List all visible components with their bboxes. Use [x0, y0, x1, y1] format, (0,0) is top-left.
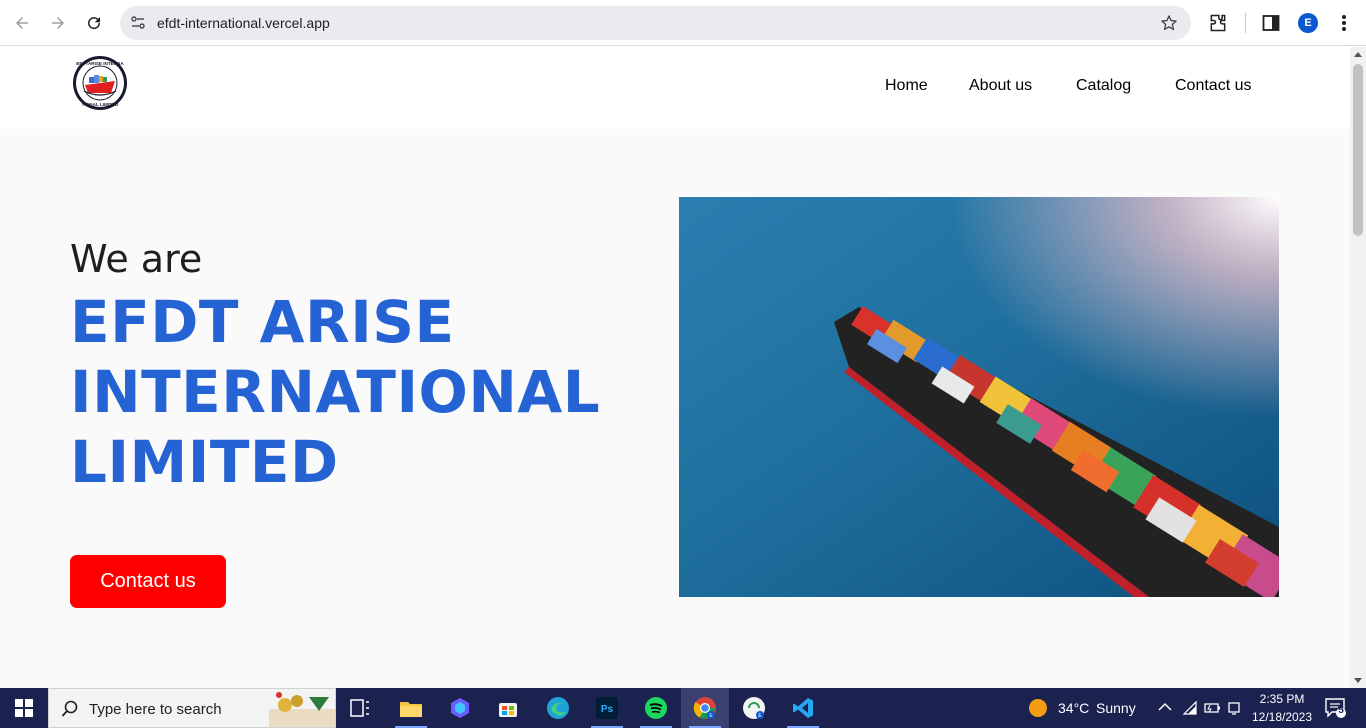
toolbar-separator [1245, 13, 1246, 33]
windows-logo-icon [15, 699, 33, 717]
clock-time: 2:35 PM [1259, 692, 1305, 706]
page-scrollbar[interactable] [1350, 47, 1366, 688]
taskbar-microsoft-store[interactable] [484, 688, 532, 728]
weather-temperature[interactable]: 34°C [1058, 700, 1089, 716]
edge-icon [547, 697, 569, 719]
forward-arrow-icon [52, 17, 64, 29]
scroll-thumb[interactable] [1353, 64, 1363, 236]
system-clock[interactable]: 2:35 PM 12/18/2023 [1248, 690, 1316, 726]
chrome-profile-icon: E [743, 697, 765, 719]
profile-avatar[interactable]: E [1298, 13, 1318, 33]
side-panel-icon[interactable] [1260, 12, 1282, 34]
search-icon [61, 700, 78, 717]
clock-date: 12/18/2023 [1251, 710, 1313, 724]
taskbar-spotify[interactable] [632, 688, 680, 728]
search-placeholder: Type here to search [89, 701, 222, 718]
weather-condition[interactable]: Sunny [1096, 700, 1136, 716]
company-logo[interactable]: EFDTARISE INTERNA TIONAL LIMITED [72, 55, 128, 111]
nav-contact-us[interactable]: Contact us [1175, 77, 1251, 95]
taskbar-vscode[interactable] [779, 688, 827, 728]
back-button[interactable] [8, 9, 36, 37]
contact-us-button[interactable]: Contact us [70, 555, 226, 608]
folder-icon [400, 702, 422, 717]
taskbar-search-box[interactable]: Type here to search [48, 688, 336, 728]
cargo-ship-image [679, 197, 1279, 597]
volume-icon[interactable] [1228, 701, 1244, 715]
reload-icon [88, 17, 101, 30]
taskbar-chrome[interactable]: E [681, 688, 729, 728]
address-bar[interactable]: efdt-international.vercel.app [120, 6, 1191, 40]
scroll-up-arrow-icon[interactable] [1354, 52, 1362, 57]
task-view-button[interactable] [336, 688, 384, 728]
page-viewport: EFDTARISE INTERNA TIONAL LIMITED Home Ab… [0, 47, 1350, 688]
chrome-icon: E [693, 697, 716, 719]
hero-title: EFDT ARISE INTERNATIONAL LIMITED [70, 288, 601, 496]
site-header: EFDTARISE INTERNA TIONAL LIMITED Home Ab… [0, 47, 1350, 129]
scroll-down-arrow-icon[interactable] [1354, 678, 1362, 683]
svg-text:Ps: Ps [601, 704, 614, 715]
bookmark-star-icon[interactable] [1159, 13, 1179, 33]
task-view-icon [350, 699, 369, 717]
vscode-icon [793, 698, 813, 718]
store-bag-icon [499, 703, 517, 717]
start-button[interactable] [0, 688, 48, 728]
notification-count-badge: 5 [1338, 705, 1344, 716]
show-hidden-icons-chevron-icon[interactable] [1158, 702, 1172, 712]
taskbar-copilot[interactable] [436, 688, 484, 728]
site-info-icon[interactable] [128, 13, 148, 33]
reload-button[interactable] [80, 9, 108, 37]
nav-about-us[interactable]: About us [969, 77, 1032, 95]
weather-sun-icon [1029, 699, 1047, 717]
windows-taskbar: Type here to search Ps E E 34°C Sunny 2:… [0, 688, 1366, 728]
copilot-icon [451, 698, 469, 718]
taskbar-photoshop[interactable]: Ps [583, 688, 631, 728]
holiday-decoration-icon [269, 692, 335, 727]
taskbar-chrome-profile[interactable]: E [730, 688, 778, 728]
spotify-icon [645, 697, 667, 719]
menu-kebab-icon[interactable] [1333, 12, 1355, 34]
taskbar-edge[interactable] [534, 688, 582, 728]
hero-intro: We are [70, 237, 203, 281]
forward-button[interactable] [44, 9, 72, 37]
svg-text:EFDTARISE INTERNA: EFDTARISE INTERNA [76, 61, 124, 66]
wifi-icon[interactable] [1182, 700, 1198, 716]
taskbar-file-explorer[interactable] [387, 688, 435, 728]
back-arrow-icon [16, 17, 28, 29]
browser-toolbar: efdt-international.vercel.app E [0, 0, 1366, 46]
photoshop-icon: Ps [596, 697, 618, 719]
nav-catalog[interactable]: Catalog [1076, 77, 1131, 95]
battery-icon[interactable] [1204, 701, 1222, 715]
url-text[interactable]: efdt-international.vercel.app [157, 15, 330, 31]
nav-home[interactable]: Home [885, 77, 928, 95]
extensions-icon[interactable] [1207, 12, 1229, 34]
svg-text:TIONAL LIMITED: TIONAL LIMITED [82, 102, 119, 107]
